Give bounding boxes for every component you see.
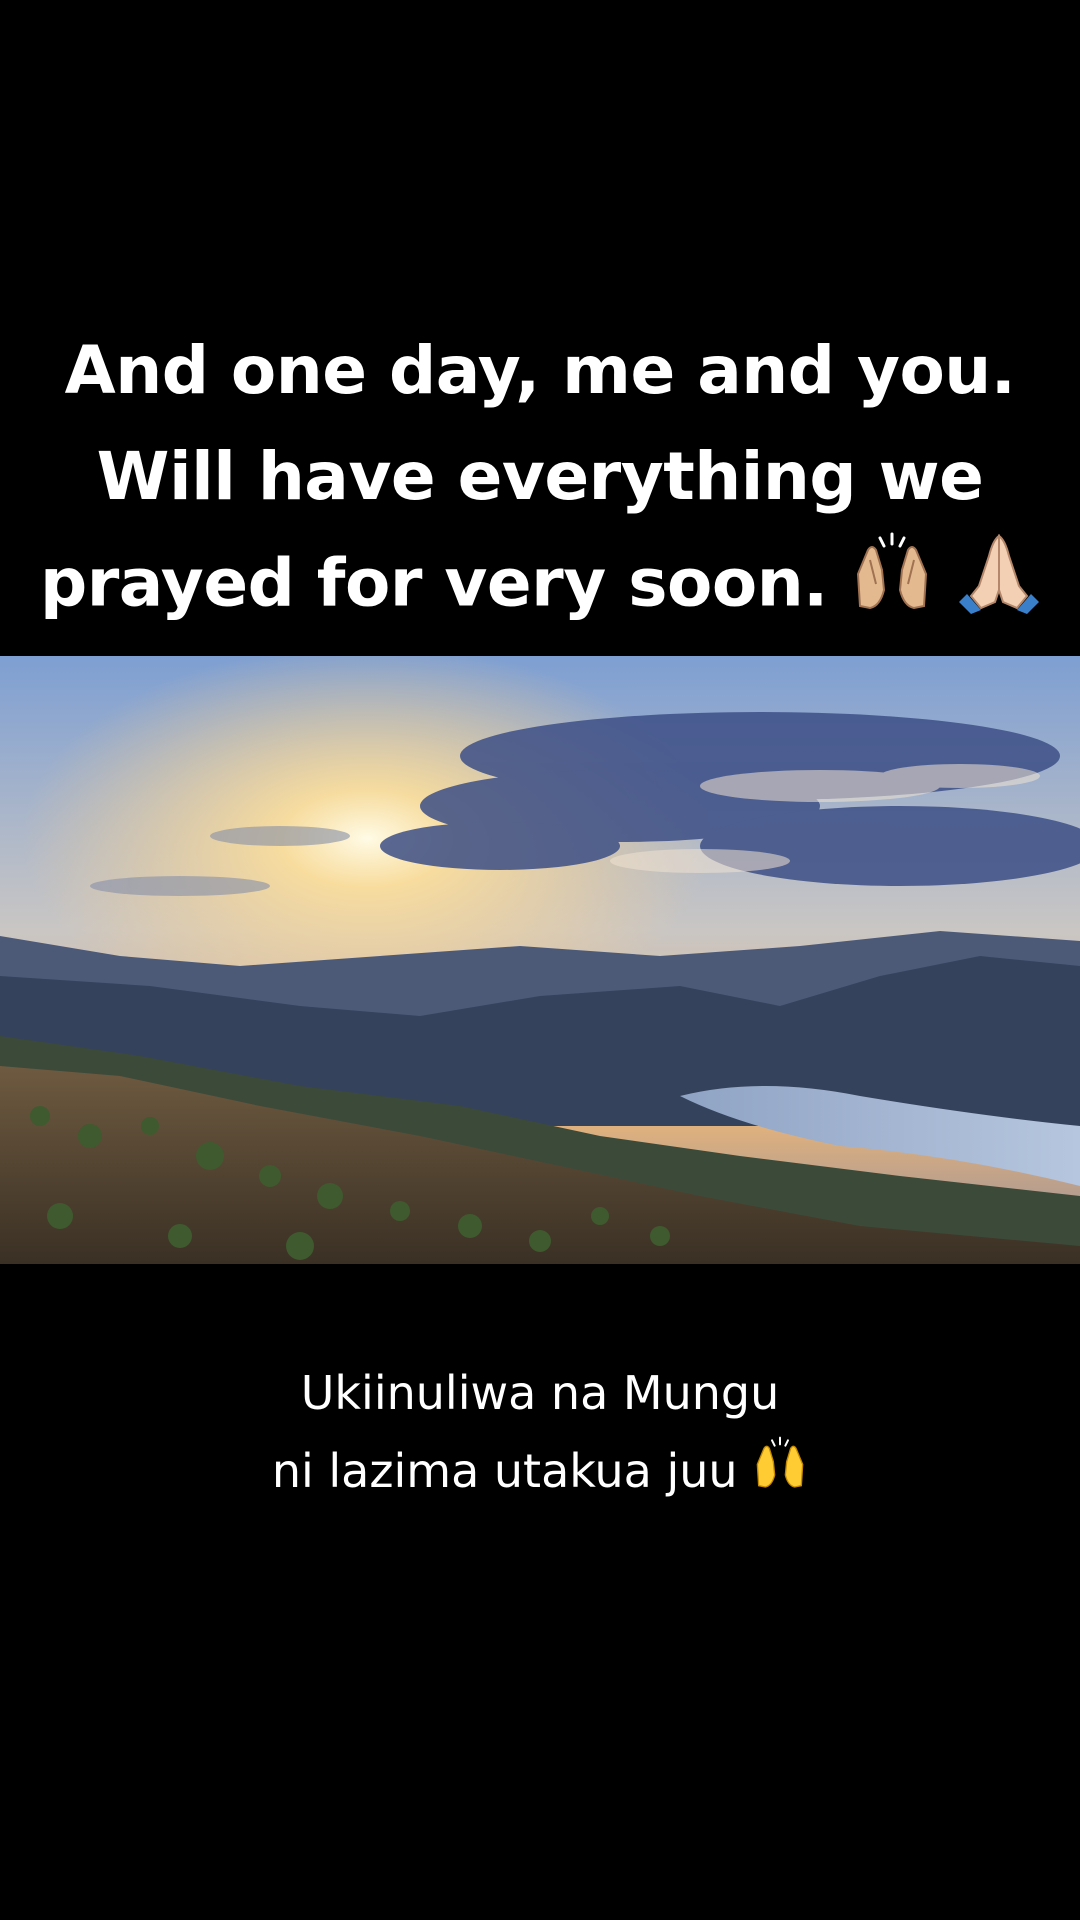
subtitle-caption: Ukiinuliwa na Mungu ni lazima utakua juu — [40, 1354, 1040, 1514]
landscape-photo — [0, 656, 1080, 1264]
caption-line-1: And one day, me and you. — [64, 332, 1016, 409]
video-frame: And one day, me and you. Will have every… — [0, 0, 1080, 1920]
subtitle-line-1: Ukiinuliwa na Mungu — [300, 1366, 780, 1420]
subtitle-line-2-wrap: ni lazima utakua juu — [40, 1432, 1040, 1514]
raising-hands-icon — [752, 1435, 808, 1514]
caption-line-3: prayed for very soon. — [40, 544, 828, 622]
folded-hands-light-skin-icon — [957, 530, 1041, 645]
overlay-caption: And one day, me and you. Will have every… — [40, 318, 1040, 645]
subtitle-line-2: ni lazima utakua juu — [271, 1444, 738, 1498]
caption-line-3-wrap: prayed for very soon. — [40, 530, 1040, 645]
caption-line-2: Will have everything we — [96, 438, 984, 515]
landscape-illustration — [0, 656, 1080, 1264]
raising-hands-light-skin-icon — [850, 530, 934, 645]
